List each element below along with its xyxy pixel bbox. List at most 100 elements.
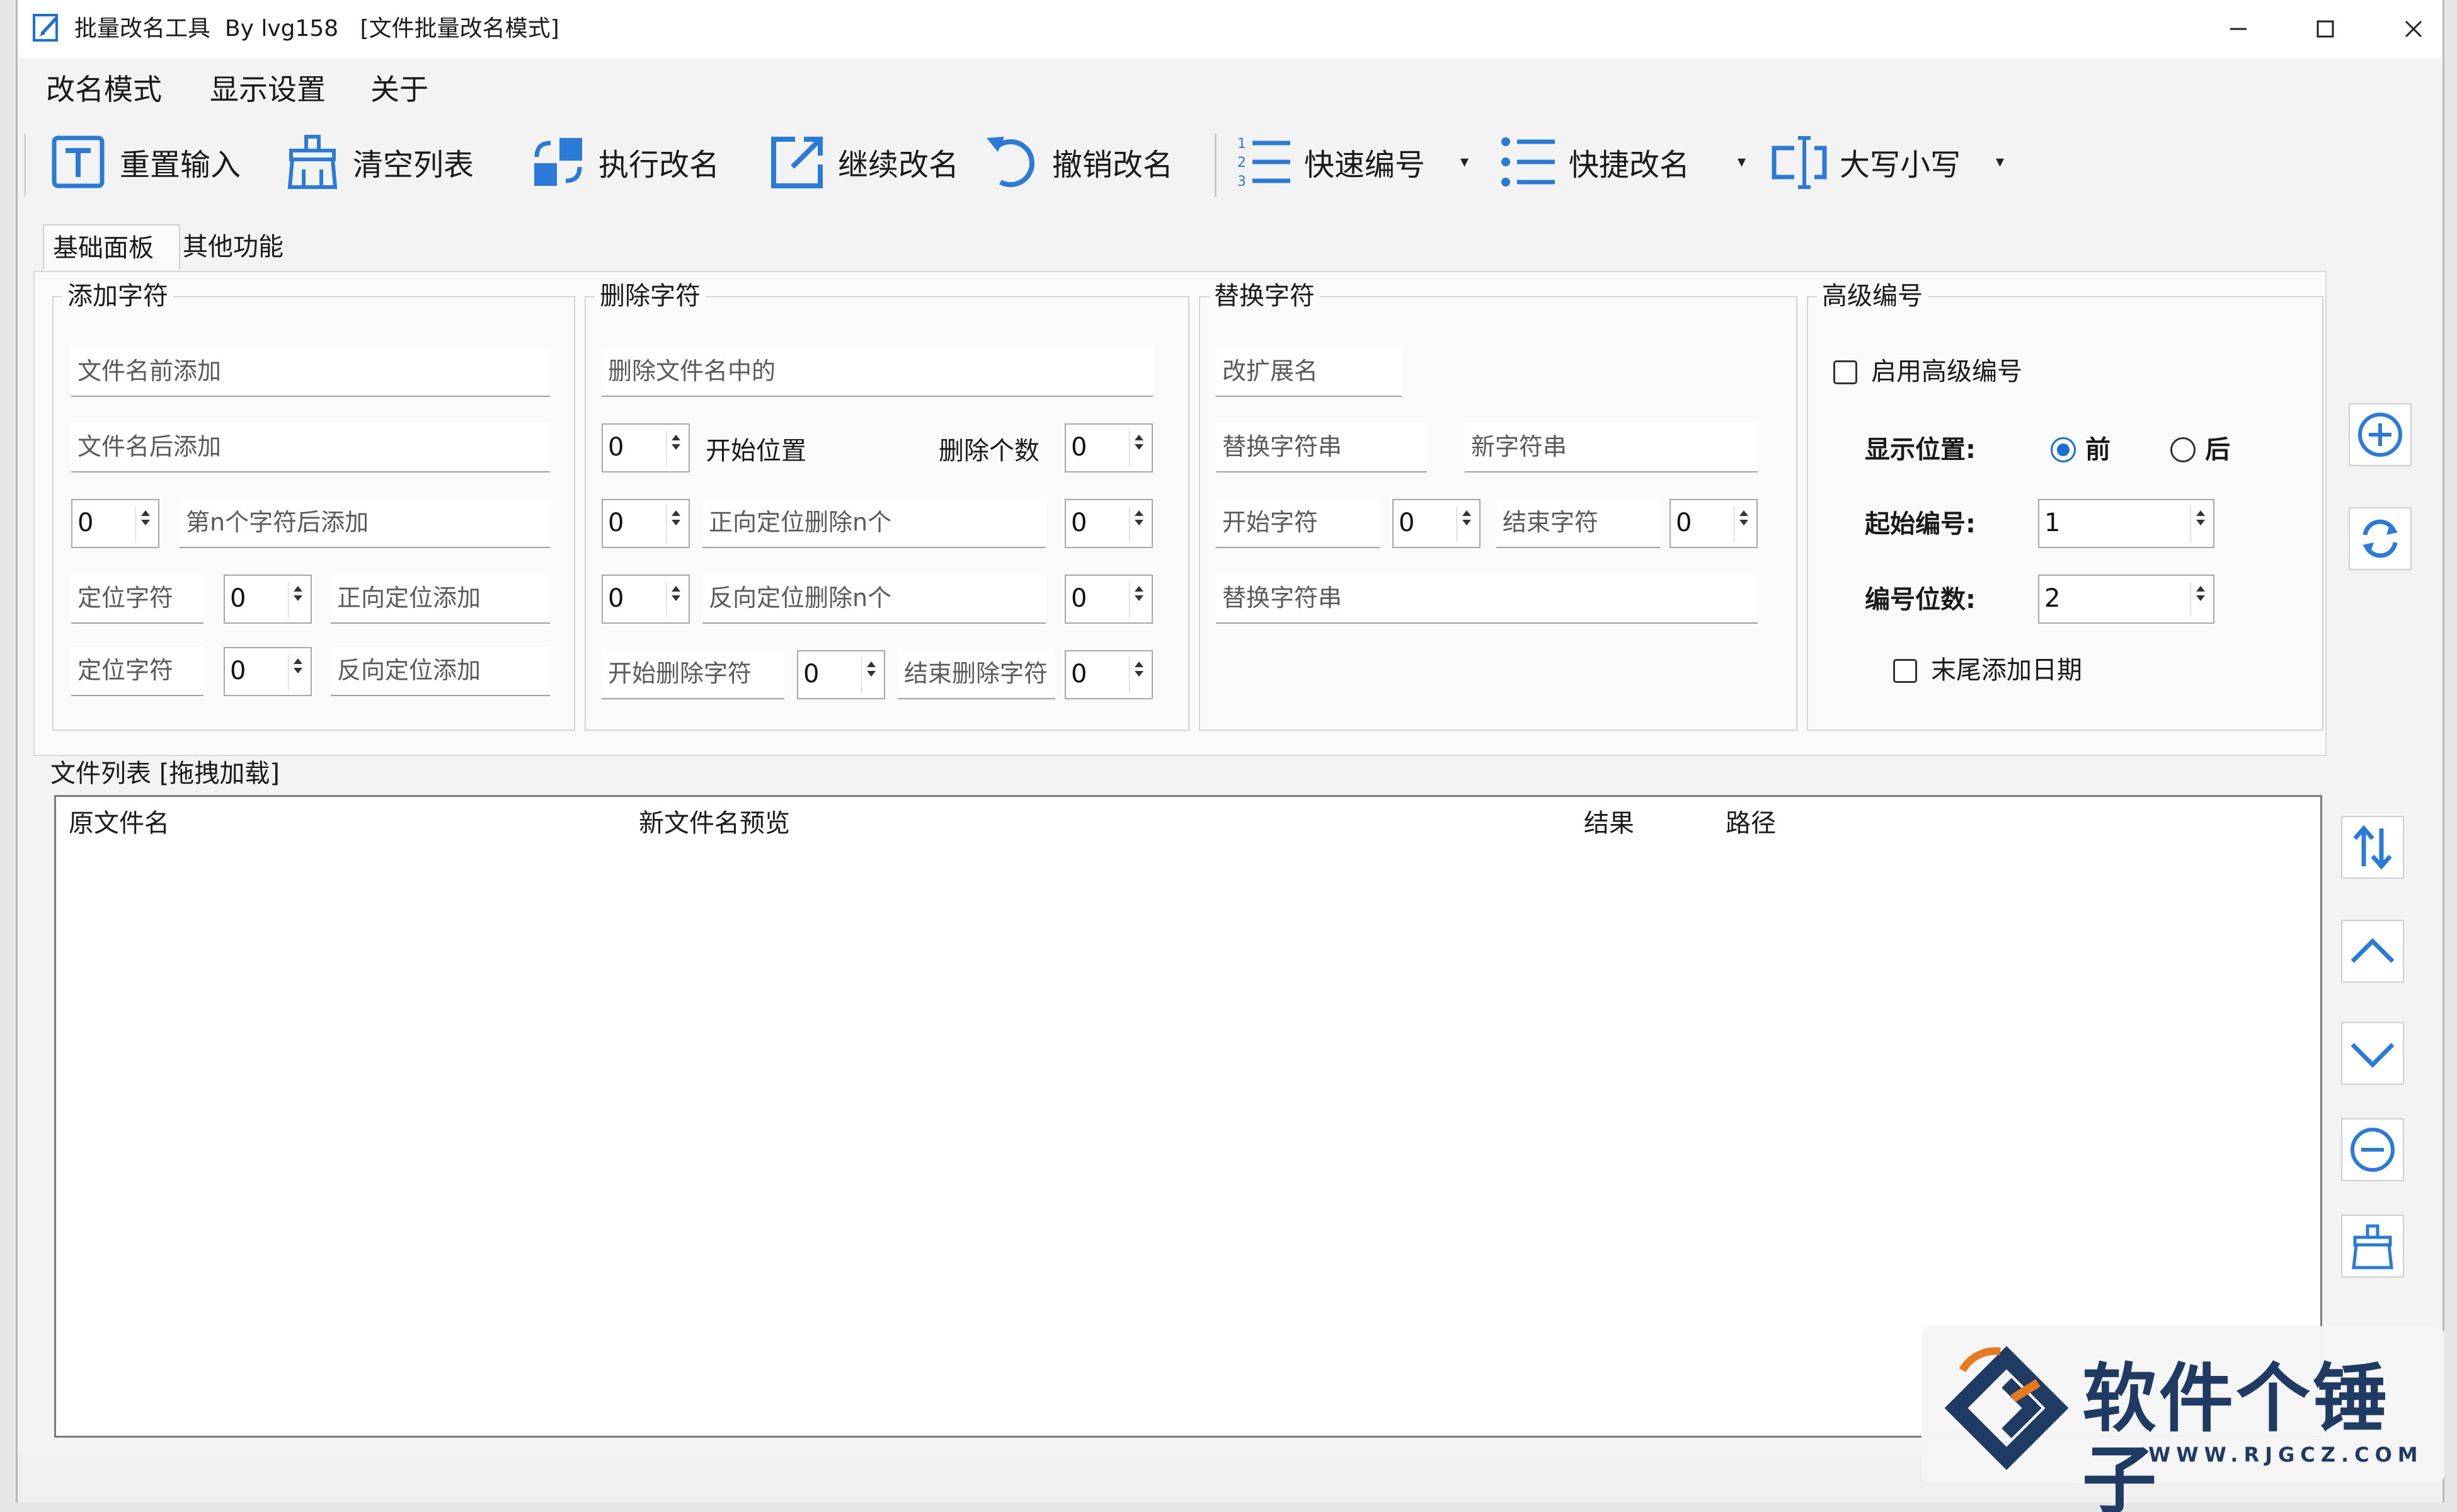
quick-number-button[interactable]: 1 2 3 快速编号	[1234, 129, 1425, 195]
menu-bar: 改名模式 显示设置 关于	[18, 58, 2443, 115]
append-date-checkbox[interactable]	[1893, 659, 1917, 683]
toolbar-grip	[24, 134, 26, 197]
reset-input-button[interactable]: 重置输入	[49, 129, 241, 195]
column-header-result[interactable]: 结果	[1584, 805, 1634, 842]
continue-rename-label: 继续改名	[838, 147, 959, 183]
column-header-original-name[interactable]: 原文件名	[69, 805, 169, 842]
svg-text:1: 1	[1237, 136, 1246, 152]
delete-contains-input[interactable]: 删除文件名中的	[602, 348, 1153, 397]
column-header-new-name-preview[interactable]: 新文件名预览	[639, 805, 790, 842]
start-position-stepper[interactable]: 0	[602, 423, 690, 472]
app-icon	[33, 14, 58, 42]
tab-basic-panel[interactable]: 基础面板	[43, 224, 180, 270]
nth-position-stepper[interactable]: 0	[71, 499, 159, 548]
move-up-button[interactable]	[2341, 920, 2404, 983]
end-delete-stepper[interactable]: 0	[1065, 650, 1153, 699]
start-number-value: 1	[2044, 508, 2061, 537]
digits-stepper[interactable]: 2	[2038, 575, 2214, 624]
continue-rename-button[interactable]: 继续改名	[767, 129, 959, 195]
column-header-path[interactable]: 路径	[1726, 805, 1776, 842]
svg-text:3: 3	[1237, 174, 1246, 190]
stepper-arrows-icon[interactable]	[135, 507, 154, 542]
menu-about[interactable]: 关于	[370, 72, 428, 107]
sort-button[interactable]	[2341, 816, 2404, 879]
stepper-arrows-icon[interactable]	[288, 655, 307, 690]
stepper-arrows-icon[interactable]	[2191, 582, 2209, 617]
fwd-delete-input[interactable]: 正向定位删除n个	[702, 499, 1046, 548]
locate-stepper-1[interactable]: 0	[224, 575, 312, 624]
add-files-button[interactable]	[2349, 403, 2412, 466]
locate-char-input-2[interactable]: 定位字符	[71, 647, 203, 696]
replace-end-stepper[interactable]: 0	[1670, 499, 1758, 548]
stepper-arrows-icon[interactable]	[288, 582, 307, 617]
position-front-radio[interactable]	[2051, 437, 2076, 462]
extension-input[interactable]: 改扩展名	[1216, 348, 1402, 397]
start-delete-char-input[interactable]: 开始删除字符	[602, 650, 784, 699]
prefix-input[interactable]: 文件名前添加	[71, 348, 550, 397]
start-delete-stepper[interactable]: 0	[797, 650, 885, 699]
stepper-arrows-icon[interactable]	[666, 582, 685, 617]
undo-rename-button[interactable]: 撤销改名	[982, 129, 1173, 195]
stepper-arrows-icon[interactable]	[1129, 582, 1148, 617]
export-icon	[771, 137, 823, 188]
menu-display-settings[interactable]: 显示设置	[210, 72, 326, 107]
quick-rename-button[interactable]: 快捷改名	[1498, 129, 1690, 195]
delete-count-stepper[interactable]: 0	[1065, 423, 1153, 472]
clear-list-button[interactable]: 清空列表	[282, 129, 474, 195]
text-reset-icon	[52, 135, 105, 188]
rev-n-stepper[interactable]: 0	[1065, 575, 1153, 624]
start-number-stepper[interactable]: 1	[2038, 499, 2214, 548]
broom-icon	[2352, 1224, 2393, 1269]
watermark-url: WWW.RJGCZ.COM	[2148, 1443, 2424, 1467]
remove-button[interactable]	[2341, 1118, 2404, 1181]
case-convert-dropdown-icon[interactable]: ▾	[1996, 152, 2004, 171]
title-bar: 批量改名工具 By lvg158 [文件批量改名模式]	[18, 0, 2443, 58]
nth-add-input[interactable]: 第n个字符后添加	[180, 499, 550, 548]
replace-start-stepper[interactable]: 0	[1392, 499, 1480, 548]
chevron-up-icon	[2351, 938, 2395, 963]
new-string-input[interactable]: 新字符串	[1465, 423, 1758, 472]
fwd-n-stepper[interactable]: 0	[1065, 499, 1153, 548]
minimize-button[interactable]	[2204, 6, 2273, 52]
locate-stepper-2[interactable]: 0	[224, 647, 312, 696]
tab-other-functions[interactable]: 其他功能	[174, 224, 300, 270]
position-back-radio[interactable]	[2170, 437, 2196, 462]
reverse-add-input[interactable]: 反向定位添加	[331, 647, 550, 696]
stepper-arrows-icon[interactable]	[1129, 507, 1148, 542]
menu-rename-mode[interactable]: 改名模式	[46, 72, 162, 107]
stepper-arrows-icon[interactable]	[1129, 658, 1148, 693]
stepper-arrows-icon[interactable]	[666, 431, 685, 466]
start-char-input[interactable]: 开始字符	[1216, 499, 1380, 548]
position-back-label: 后	[2205, 435, 2230, 464]
forward-add-input[interactable]: 正向定位添加	[331, 575, 550, 624]
stepper-arrows-icon[interactable]	[861, 658, 880, 693]
rev-delete-input[interactable]: 反向定位删除n个	[702, 575, 1046, 624]
stepper-arrows-icon[interactable]	[666, 507, 685, 542]
locate-char-input-1[interactable]: 定位字符	[71, 575, 203, 624]
execute-rename-button[interactable]: 执行改名	[528, 129, 719, 195]
clear-button[interactable]	[2341, 1215, 2404, 1278]
quick-rename-dropdown-icon[interactable]: ▾	[1738, 152, 1746, 171]
stepper-arrows-icon[interactable]	[1734, 507, 1753, 542]
maximize-button[interactable]	[2291, 6, 2360, 52]
stepper-arrows-icon[interactable]	[1457, 507, 1475, 542]
suffix-input[interactable]: 文件名后添加	[71, 423, 550, 472]
old-string-input[interactable]: 替换字符串	[1216, 423, 1427, 472]
stepper-arrows-icon[interactable]	[1129, 431, 1148, 466]
quick-number-dropdown-icon[interactable]: ▾	[1460, 152, 1469, 171]
close-button[interactable]	[2379, 6, 2448, 52]
undo-icon	[987, 137, 1034, 187]
end-delete-char-input[interactable]: 结束删除字符	[898, 650, 1055, 699]
watermark-logo-icon	[1944, 1346, 2069, 1470]
quick-rename-label: 快捷改名	[1569, 147, 1690, 183]
enable-adv-number-checkbox[interactable]	[1833, 360, 1857, 384]
move-down-button[interactable]	[2341, 1022, 2404, 1085]
execute-rename-label: 执行改名	[598, 147, 720, 183]
case-convert-button[interactable]: 大写小写	[1769, 129, 1961, 195]
refresh-button[interactable]	[2349, 507, 2412, 570]
rev-position-stepper[interactable]: 0	[602, 575, 690, 624]
fwd-position-stepper[interactable]: 0	[602, 499, 690, 548]
stepper-arrows-icon[interactable]	[2191, 507, 2209, 542]
replace-string-input[interactable]: 替换字符串	[1216, 575, 1758, 624]
end-char-input[interactable]: 结束字符	[1496, 499, 1660, 548]
